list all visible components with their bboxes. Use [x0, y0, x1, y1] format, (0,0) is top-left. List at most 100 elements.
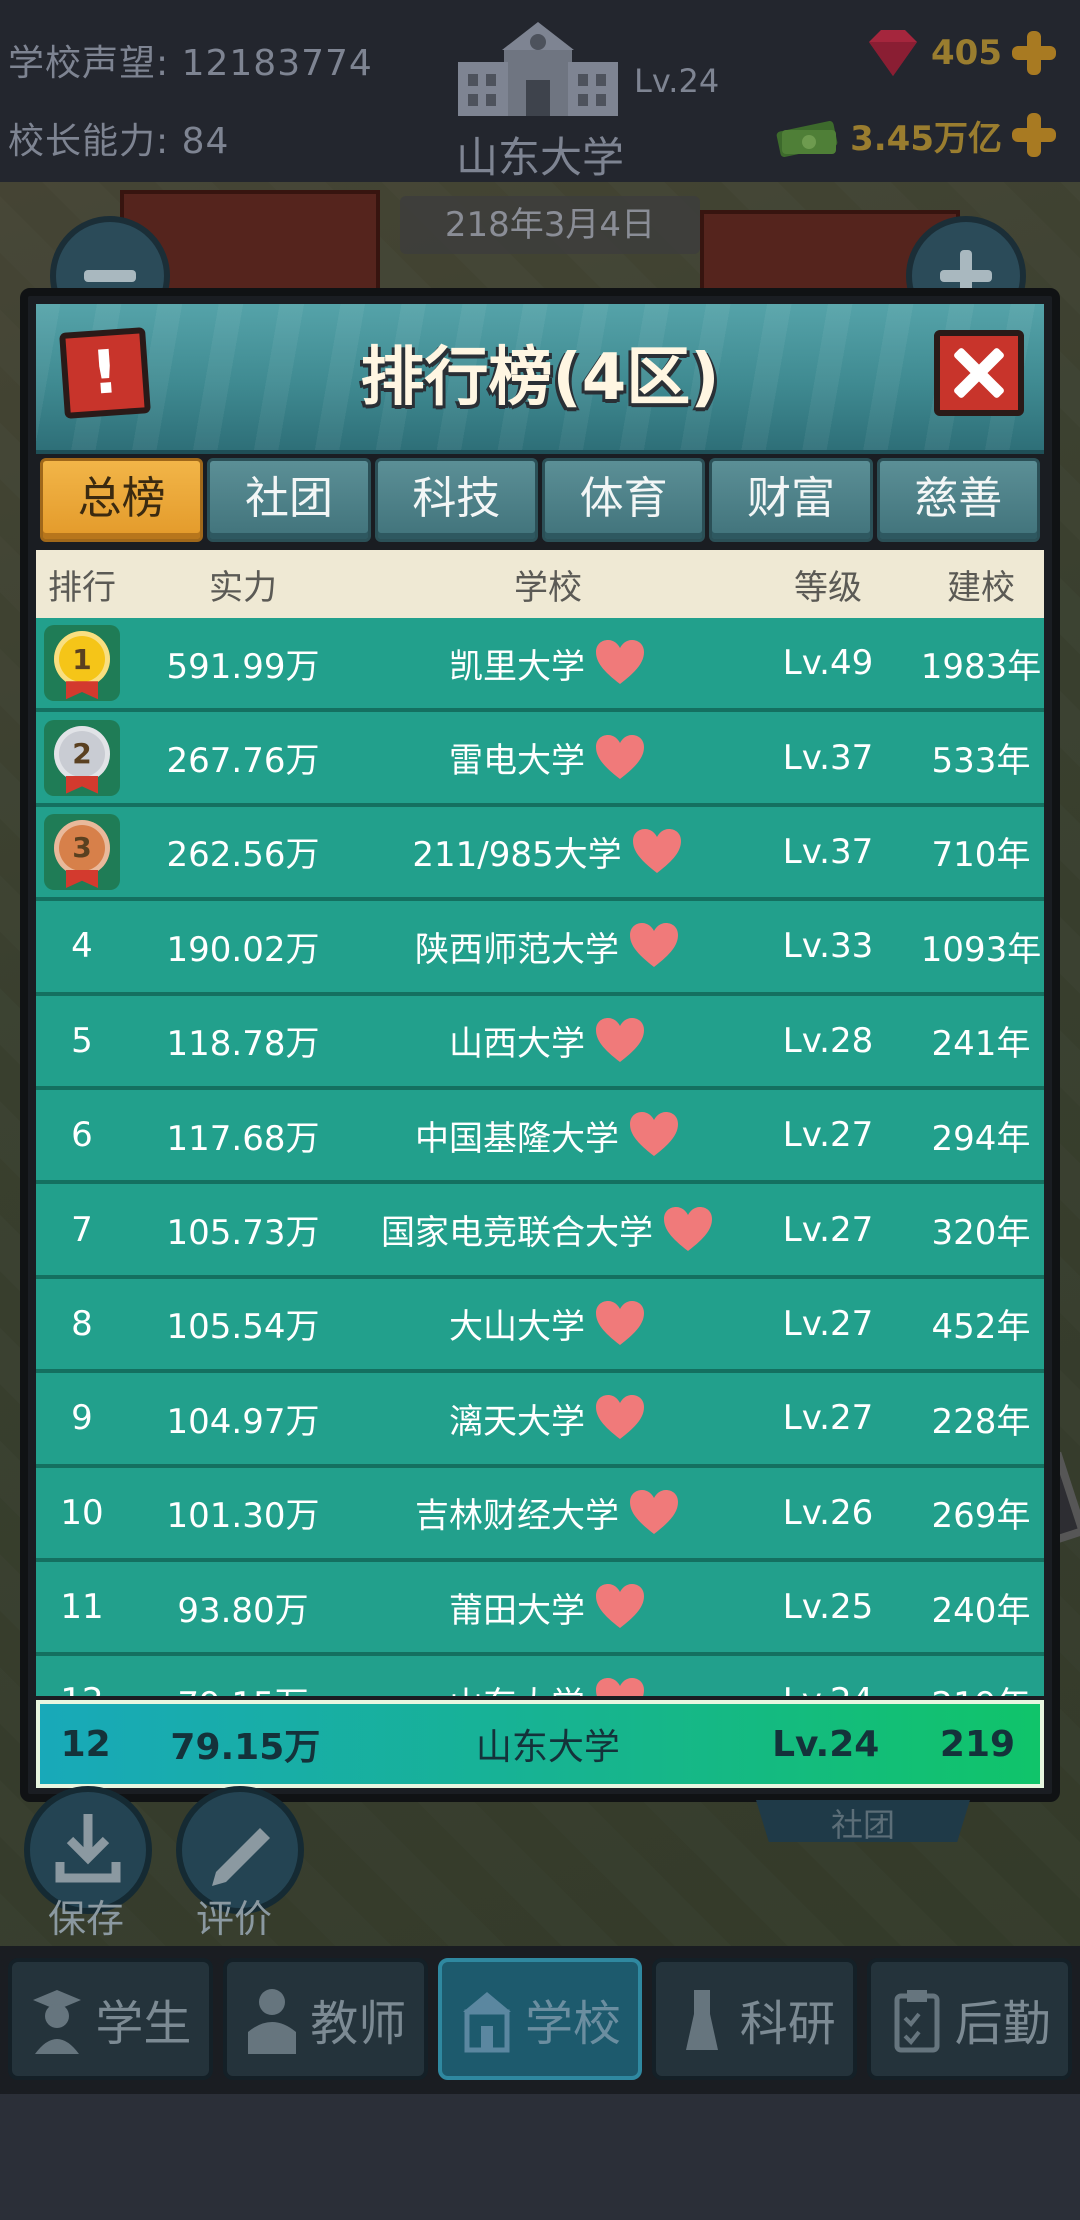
heart-icon[interactable] [593, 733, 647, 783]
col-power: 实力 [209, 567, 277, 608]
row-level: Lv.37 [782, 831, 874, 872]
table-row[interactable]: 7 105.73万 国家电竞联合大学 Lv.27 320年 [36, 1184, 1044, 1279]
row-power: 262.56万 [166, 835, 320, 876]
school-level: Lv.24 [634, 62, 720, 100]
row-school: 211/985大学 [358, 827, 738, 877]
close-button[interactable] [934, 330, 1024, 416]
row-school: 大山大学 [358, 1299, 738, 1349]
row-founded: 294年 [931, 1118, 1031, 1159]
table-row[interactable]: 1279.15万 山东大学 Lv.24219年 [36, 1656, 1044, 1696]
row-founded: 269年 [931, 1496, 1031, 1537]
heart-icon[interactable] [593, 1676, 647, 1696]
table-row[interactable]: 11 93.80万 莆田大学 Lv.25 240年 [36, 1561, 1044, 1657]
row-level: Lv.33 [782, 926, 874, 967]
nav-research-label: 科研 [739, 1996, 836, 2052]
top-status-bar: 学校声望: 12183774 校长能力: 84 Lv.24 山东大学 405 3… [0, 0, 1080, 182]
tab-clubs[interactable]: 社团 [207, 458, 371, 542]
heart-icon[interactable] [593, 1582, 647, 1632]
row-founded: 1093年 [920, 929, 1042, 970]
nav-research[interactable]: 科研 [652, 1958, 858, 2080]
col-founded: 建校 [947, 567, 1015, 608]
row-school: 吉林财经大学 [358, 1488, 738, 1538]
row-level: Lv.27 [782, 1398, 874, 1439]
nav-logistics[interactable]: 后勤 [867, 1958, 1072, 2080]
heart-icon[interactable] [627, 1110, 681, 1160]
heart-icon[interactable] [661, 1205, 715, 1255]
tab-charity[interactable]: 慈善 [876, 458, 1040, 542]
row-level: Lv.49 [782, 643, 874, 684]
category-tabs: 总榜 社团 科技 体育 财富 慈善 [40, 454, 1040, 544]
row-power: 190.02万 [166, 929, 320, 970]
heart-icon[interactable] [593, 638, 647, 688]
row-school-name: 大山大学 [449, 1307, 585, 1348]
medal-number: 1 [72, 642, 92, 676]
row-level: Lv.28 [782, 1020, 874, 1061]
my-school-name: 山东大学 [475, 1727, 620, 1768]
row-power: 104.97万 [166, 1401, 320, 1442]
heart-icon[interactable] [627, 1488, 681, 1538]
nav-school[interactable]: 学校 [437, 1958, 643, 2080]
heart-icon[interactable] [630, 827, 684, 877]
table-row[interactable]: 1 591.99万 凯里大学 Lv.49 1983年 [36, 618, 1044, 713]
club-sign[interactable]: 社团 [756, 1800, 970, 1842]
row-school-name: 211/985大学 [412, 835, 622, 876]
row-school: 中国基隆大学 [358, 1110, 738, 1160]
table-row[interactable]: 6 117.68万 中国基隆大学 Lv.27 294年 [36, 1089, 1044, 1185]
col-school: 学校 [514, 567, 582, 608]
row-school: 陕西师范大学 [358, 921, 738, 971]
gem-icon [869, 30, 918, 76]
row-school: 山西大学 [358, 1016, 738, 1066]
row-school-name: 国家电竞联合大学 [381, 1213, 653, 1254]
row-power: 117.68万 [166, 1118, 320, 1159]
game-date: 218年3月4日 [400, 196, 700, 254]
tab-overall[interactable]: 总榜 [40, 458, 204, 542]
row-power: 267.76万 [166, 741, 320, 782]
tab-sports[interactable]: 体育 [541, 458, 706, 542]
table-row[interactable]: 8 105.54万 大山大学 Lv.27 452年 [36, 1278, 1044, 1374]
nav-teachers[interactable]: 教师 [222, 1958, 428, 2080]
row-school: 雷电大学 [358, 733, 738, 783]
medal-ribbon [66, 869, 98, 888]
table-row[interactable]: 10 101.30万 吉林财经大学 Lv.26 269年 [36, 1467, 1044, 1562]
medal-number: 3 [72, 831, 92, 865]
clipboard-icon [894, 1990, 940, 2053]
row-power: 79.15万 [128, 1677, 358, 1696]
add-money-button[interactable] [1010, 111, 1058, 159]
nav-students[interactable]: 学生 [8, 1958, 213, 2080]
row-rank: 3 [36, 813, 128, 890]
col-level: 等级 [794, 567, 862, 608]
leaderboard-dialog: ! 排行榜(4区) 总榜 社团 科技 体育 财富 慈善 排行 实力 学校 等级 … [20, 288, 1060, 1802]
row-level: Lv.27 [782, 1115, 874, 1156]
table-row[interactable]: 2 267.76万 雷电大学 Lv.37 533年 [36, 712, 1044, 807]
tab-wealth[interactable]: 财富 [709, 458, 873, 542]
row-power: 591.99万 [166, 646, 320, 687]
row-school-name: 山东大学 [449, 1677, 585, 1696]
col-rank: 排行 [48, 567, 116, 608]
medal-ribbon [66, 775, 98, 794]
row-rank: 4 [71, 926, 93, 967]
table-row[interactable]: 3 262.56万 211/985大学 Lv.37 710年 [36, 806, 1044, 902]
table-row[interactable]: 9 104.97万 漓天大学 Lv.27 228年 [36, 1373, 1044, 1468]
row-school-name: 漓天大学 [449, 1401, 585, 1442]
my-level: Lv.24 [772, 1723, 880, 1765]
my-rank: 12 [60, 1723, 111, 1765]
table-row[interactable]: 4 190.02万 陕西师范大学 Lv.33 1093年 [36, 901, 1044, 996]
teacher-icon [248, 1989, 297, 2054]
medal-disc: 1 [54, 631, 110, 688]
rank-medal-icon: 3 [44, 813, 120, 890]
row-level: Lv.27 [782, 1209, 874, 1250]
heart-icon[interactable] [593, 1016, 647, 1066]
row-founded: 219年 [918, 1677, 1044, 1696]
heart-icon[interactable] [593, 1299, 647, 1349]
row-power: 105.54万 [166, 1307, 320, 1348]
add-gems-button[interactable] [1010, 29, 1058, 77]
table-row[interactable]: 5 118.78万 山西大学 Lv.28 241年 [36, 995, 1044, 1090]
tab-technology[interactable]: 科技 [374, 458, 538, 542]
row-school: 国家电竞联合大学 [358, 1205, 738, 1255]
row-school-name: 山西大学 [449, 1024, 585, 1065]
row-power: 101.30万 [166, 1496, 320, 1537]
heart-icon[interactable] [627, 921, 681, 971]
ranking-list[interactable]: 1 591.99万 凯里大学 Lv.49 1983年 2 267.76万 雷电大学 Lv.37 5… [36, 618, 1044, 1696]
my-power: 79.15万 [170, 1727, 321, 1768]
heart-icon[interactable] [593, 1393, 647, 1443]
